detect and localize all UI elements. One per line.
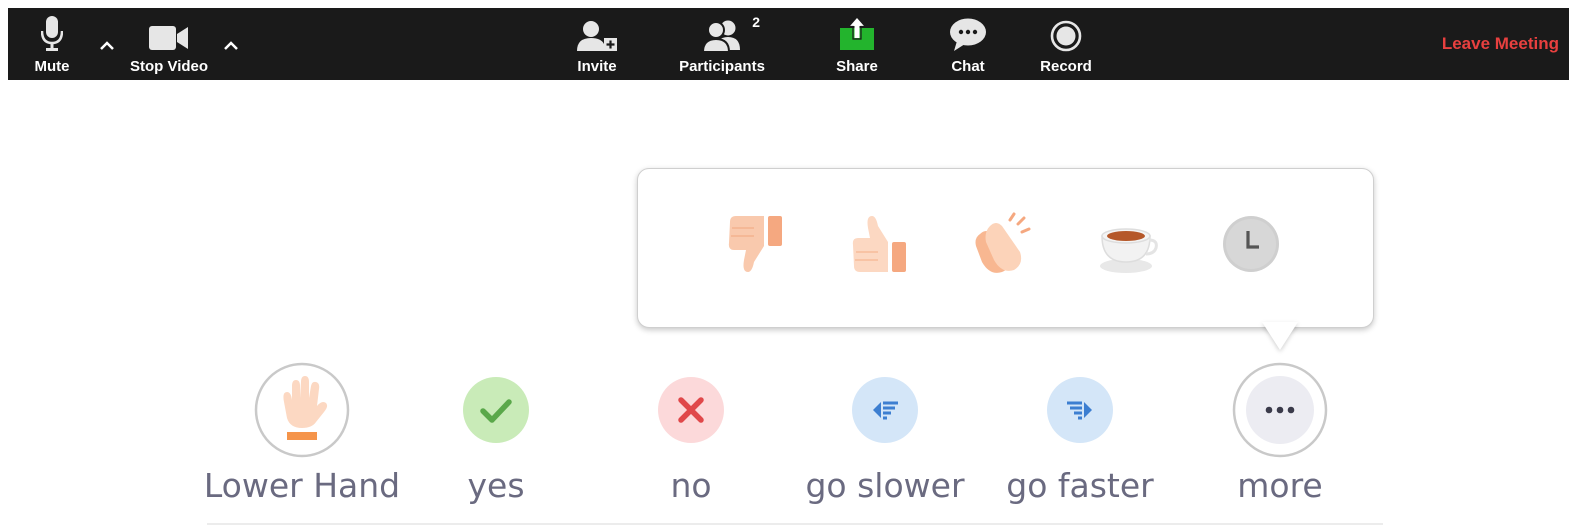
chevron-up-icon: [100, 41, 114, 50]
record-icon: [1050, 8, 1082, 52]
go-faster-icon: [1047, 377, 1113, 443]
share-button[interactable]: Share: [834, 8, 880, 80]
video-camera-icon: [149, 8, 189, 52]
go-slower-icon: [852, 377, 918, 443]
thumbs-down-icon: [728, 216, 782, 272]
leave-meeting-button[interactable]: Leave Meeting: [1442, 34, 1559, 54]
participants-label: Participants: [679, 58, 765, 75]
share-label: Share: [836, 58, 878, 75]
reaction-coffee[interactable]: [1096, 212, 1160, 276]
no-button[interactable]: no: [591, 362, 791, 505]
go-slower-button[interactable]: go slower: [785, 362, 985, 505]
record-button[interactable]: Record: [1038, 8, 1094, 80]
mute-label: Mute: [34, 58, 70, 75]
yes-button[interactable]: yes: [396, 362, 596, 505]
raised-hand-icon: [254, 362, 350, 458]
more-button[interactable]: more: [1180, 362, 1380, 505]
go-slower-label: go slower: [805, 466, 965, 505]
yes-circle: [448, 362, 544, 458]
lower-hand-button[interactable]: Lower Hand: [202, 362, 402, 505]
audio-options-caret[interactable]: [96, 34, 118, 56]
video-options-caret[interactable]: [220, 34, 242, 56]
close-icon: [658, 377, 724, 443]
invite-label: Invite: [577, 58, 617, 75]
popup-pointer: [1262, 322, 1298, 350]
more-icon: [1232, 362, 1328, 458]
participants-button[interactable]: 2 Participants: [678, 8, 766, 80]
record-label: Record: [1040, 58, 1092, 75]
go-faster-label: go faster: [1006, 466, 1154, 505]
reaction-away[interactable]: [1219, 212, 1283, 276]
clock-icon: [1223, 216, 1279, 272]
chat-button[interactable]: Chat: [946, 8, 990, 80]
lower-hand-circle: [254, 362, 350, 458]
chevron-up-icon: [224, 41, 238, 50]
chat-label: Chat: [951, 58, 985, 75]
share-screen-icon: [839, 8, 875, 52]
chat-bubble-icon: [949, 8, 987, 52]
go-faster-button[interactable]: go faster: [980, 362, 1180, 505]
no-circle: [643, 362, 739, 458]
yes-label: yes: [467, 466, 525, 505]
go-faster-circle: [1032, 362, 1128, 458]
participants-icon: 2: [702, 8, 760, 52]
mute-button[interactable]: Mute: [30, 8, 74, 80]
coffee-icon: [1100, 228, 1158, 273]
microphone-icon: [41, 8, 63, 52]
more-label: more: [1237, 466, 1323, 505]
meeting-toolbar: Mute Stop Video Invite 2 Participants Sh…: [8, 8, 1569, 80]
go-slower-circle: [837, 362, 933, 458]
reaction-clap[interactable]: [971, 212, 1035, 276]
add-user-icon: [577, 8, 617, 52]
more-circle: [1232, 362, 1328, 458]
clap-icon: [975, 212, 1031, 273]
invite-button[interactable]: Invite: [572, 8, 622, 80]
check-icon: [463, 377, 529, 443]
reaction-thumbs-down[interactable]: [723, 212, 787, 276]
divider: [207, 523, 1383, 525]
lower-hand-label: Lower Hand: [203, 466, 401, 505]
thumbs-up-icon: [852, 216, 906, 272]
stop-video-button[interactable]: Stop Video: [126, 8, 212, 80]
stop-video-label: Stop Video: [129, 58, 209, 75]
no-label: no: [670, 466, 712, 505]
participants-count-badge: 2: [752, 14, 760, 30]
reaction-thumbs-up[interactable]: [847, 212, 911, 276]
